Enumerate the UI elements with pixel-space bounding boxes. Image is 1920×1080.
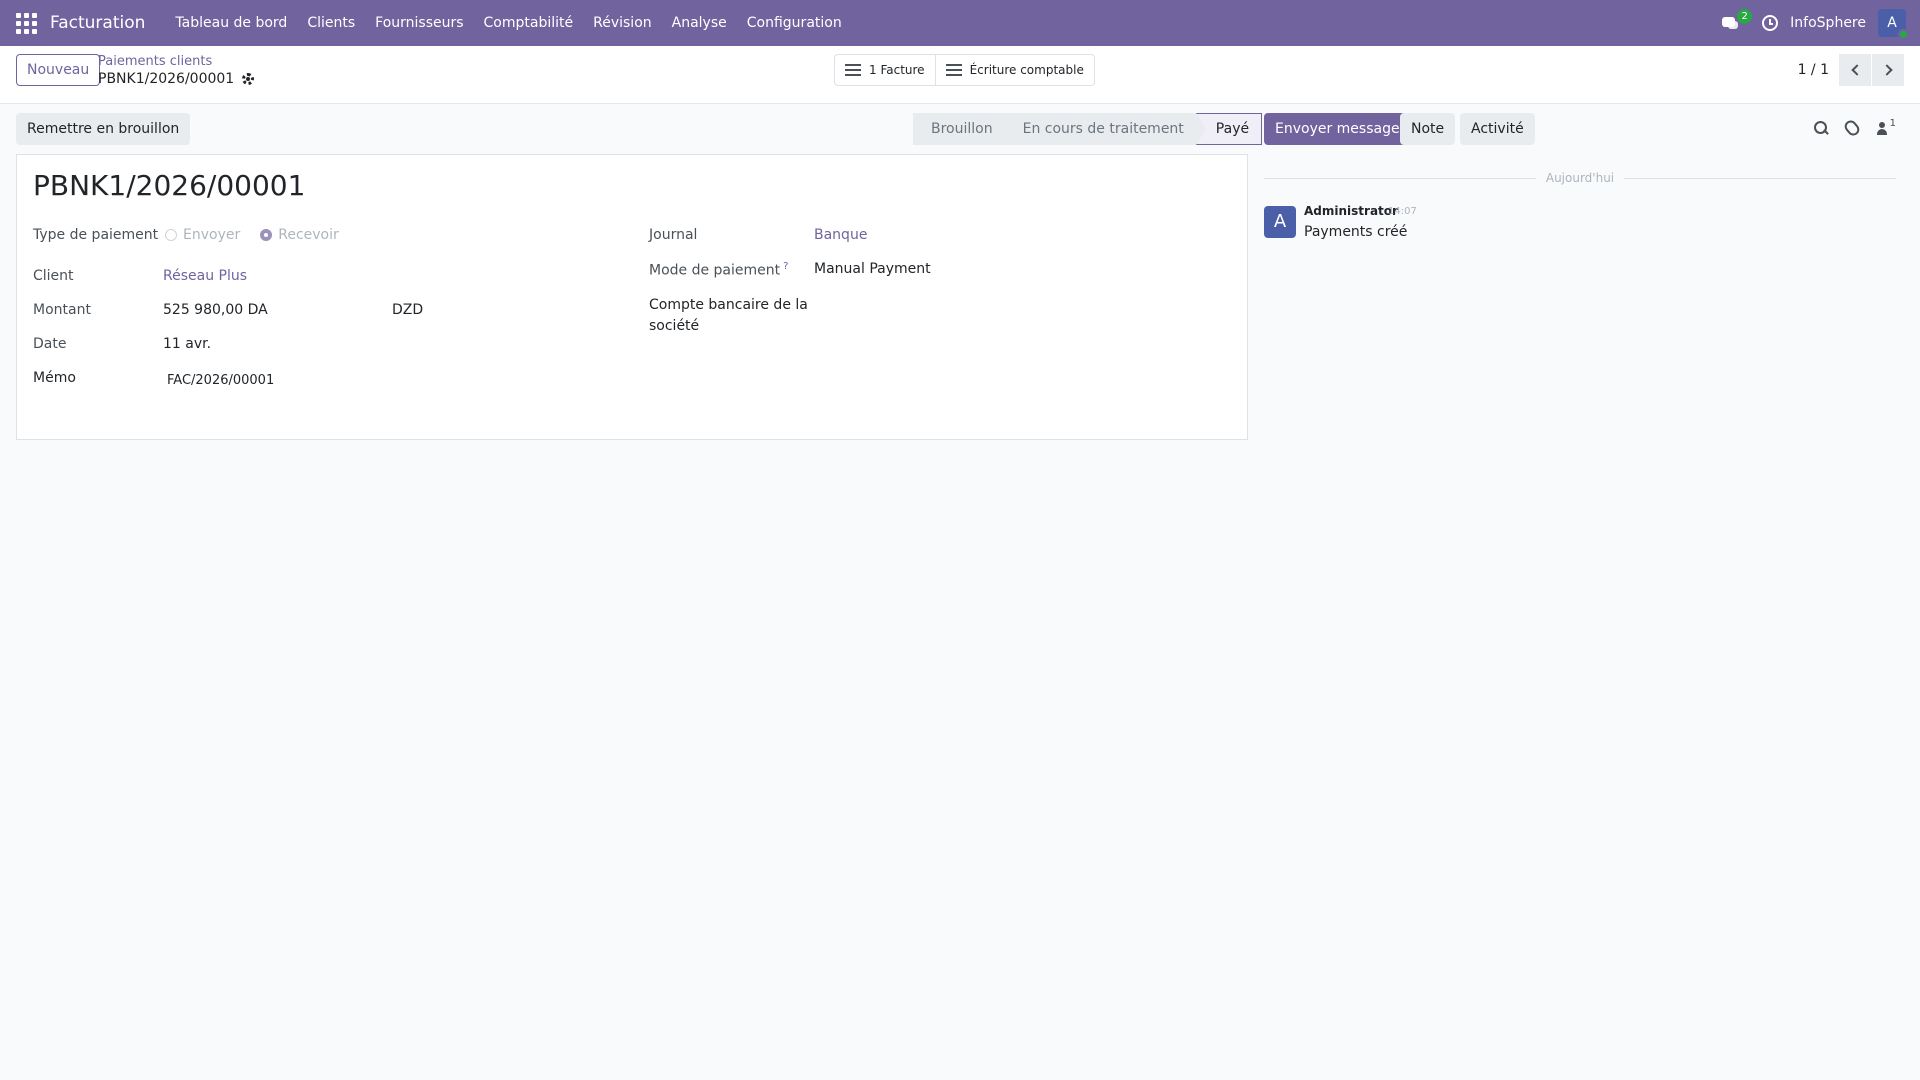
help-tooltip-icon[interactable]: ?: [783, 261, 788, 272]
user-icon: [1876, 121, 1888, 135]
radio-receive[interactable]: [260, 229, 273, 241]
list-icon: [845, 64, 861, 76]
journal-entry-smart-button-label: Écriture comptable: [969, 63, 1084, 77]
record-title: PBNK1/2026/00001: [33, 169, 306, 202]
payment-method-field[interactable]: Manual Payment: [814, 261, 931, 277]
gear-icon[interactable]: [242, 73, 255, 85]
breadcrumb-parent-link[interactable]: Paiements clients: [98, 54, 254, 70]
activity-clock-icon[interactable]: [1762, 15, 1779, 31]
pager-next-button[interactable]: [1872, 54, 1904, 86]
journal-label: Journal: [649, 227, 698, 243]
form-sheet: PBNK1/2026/00001 Type de paiement Envoye…: [16, 154, 1248, 440]
stage-in-process[interactable]: En cours de traitement: [1004, 113, 1206, 145]
smart-buttons: 1 Facture Écriture comptable: [834, 54, 1095, 86]
chatter-tools: 1: [1813, 118, 1896, 138]
radio-send[interactable]: [165, 229, 177, 241]
messaging-icon[interactable]: 2: [1720, 9, 1753, 34]
send-message-button[interactable]: Envoyer message: [1264, 113, 1411, 145]
breadcrumb-current: PBNK1/2026/00001: [98, 71, 235, 87]
search-icon[interactable]: [1813, 121, 1828, 135]
menu-item-review[interactable]: Révision: [583, 15, 662, 31]
apps-grid-icon[interactable]: [16, 12, 38, 34]
reset-to-draft-button[interactable]: Remettre en brouillon: [16, 113, 191, 145]
invoice-smart-button-label: 1 Facture: [869, 63, 925, 77]
chevron-left-icon: [1850, 64, 1863, 76]
radio-receive-label[interactable]: Recevoir: [278, 227, 339, 243]
app-name[interactable]: Facturation: [50, 13, 145, 33]
online-status-dot: [1898, 29, 1909, 40]
payment-type-label: Type de paiement: [33, 227, 159, 243]
menu-item-analysis[interactable]: Analyse: [662, 15, 737, 31]
message-body: Payments créé: [1304, 224, 1408, 240]
chatter: Envoyer message Note Activité 1 Aujourd'…: [1264, 104, 1920, 1080]
date-label: Date: [33, 336, 67, 352]
messaging-badge: 2: [1737, 9, 1753, 24]
payment-method-label: Mode de paiement?: [649, 261, 788, 279]
client-field[interactable]: Réseau Plus: [163, 268, 247, 284]
date-separator: Aujourd'hui: [1264, 170, 1896, 186]
pager-previous-button[interactable]: [1839, 54, 1871, 86]
log-note-button[interactable]: Note: [1400, 113, 1456, 145]
date-field[interactable]: 11 avr.: [163, 336, 211, 352]
currency-field[interactable]: DZD: [392, 302, 423, 318]
followers-button[interactable]: 1: [1876, 118, 1896, 135]
company-bank-account-label-line1: Compte bancaire de la: [649, 297, 808, 313]
paperclip-icon[interactable]: [1841, 118, 1862, 138]
pager-value[interactable]: 1 / 1: [1798, 62, 1829, 78]
navbar-systray: 2 InfoSphere A: [1720, 0, 1909, 46]
main-menu: Tableau de bord Clients Fournisseurs Com…: [165, 15, 851, 31]
invoice-smart-button[interactable]: 1 Facture: [835, 55, 935, 85]
breadcrumb: Paiements clients PBNK1/2026/00001: [98, 54, 255, 88]
user-avatar[interactable]: A: [1878, 9, 1909, 40]
user-avatar-letter: A: [1887, 15, 1897, 31]
chevron-right-icon: [1880, 64, 1893, 76]
client-label: Client: [33, 268, 74, 284]
message-author[interactable]: Administrator: [1304, 204, 1398, 218]
menu-item-clients[interactable]: Clients: [297, 15, 365, 31]
message-author-avatar[interactable]: A: [1264, 206, 1296, 238]
pager: 1 / 1: [1798, 54, 1904, 86]
amount-field[interactable]: 525 980,00 DA: [163, 302, 268, 318]
list-icon: [945, 64, 962, 76]
company-bank-account-label-line2: société: [649, 318, 700, 334]
menu-item-accounting[interactable]: Comptabilité: [474, 15, 584, 31]
menu-item-configuration[interactable]: Configuration: [737, 15, 852, 31]
payment-method-label-text: Mode de paiement: [649, 262, 781, 279]
radio-send-label[interactable]: Envoyer: [183, 227, 240, 243]
control-panel: Nouveau Paiements clients PBNK1/2026/000…: [0, 46, 1920, 104]
payment-type-radio: Envoyer Recevoir: [165, 227, 353, 243]
follower-count: 1: [1889, 117, 1896, 129]
stage-draft[interactable]: Brouillon: [913, 113, 1015, 145]
message-time: 14:07: [1388, 206, 1417, 217]
top-navbar: Facturation Tableau de bord Clients Four…: [0, 0, 1920, 46]
memo-field[interactable]: FAC/2026/00001: [167, 373, 274, 388]
new-button[interactable]: Nouveau: [16, 54, 101, 86]
amount-label: Montant: [33, 302, 91, 318]
company-bank-account-label: Compte bancaire de la société: [649, 295, 808, 337]
status-bar: Brouillon En cours de traitement Payé: [913, 113, 1263, 145]
memo-label: Mémo: [33, 370, 76, 386]
activity-button[interactable]: Activité: [1460, 113, 1535, 145]
menu-item-suppliers[interactable]: Fournisseurs: [365, 15, 473, 31]
company-switcher[interactable]: InfoSphere: [1790, 15, 1866, 31]
journal-field[interactable]: Banque: [814, 227, 867, 243]
menu-item-dashboard[interactable]: Tableau de bord: [165, 15, 297, 31]
journal-entry-smart-button[interactable]: Écriture comptable: [934, 55, 1094, 85]
date-separator-label: Aujourd'hui: [1545, 171, 1615, 185]
